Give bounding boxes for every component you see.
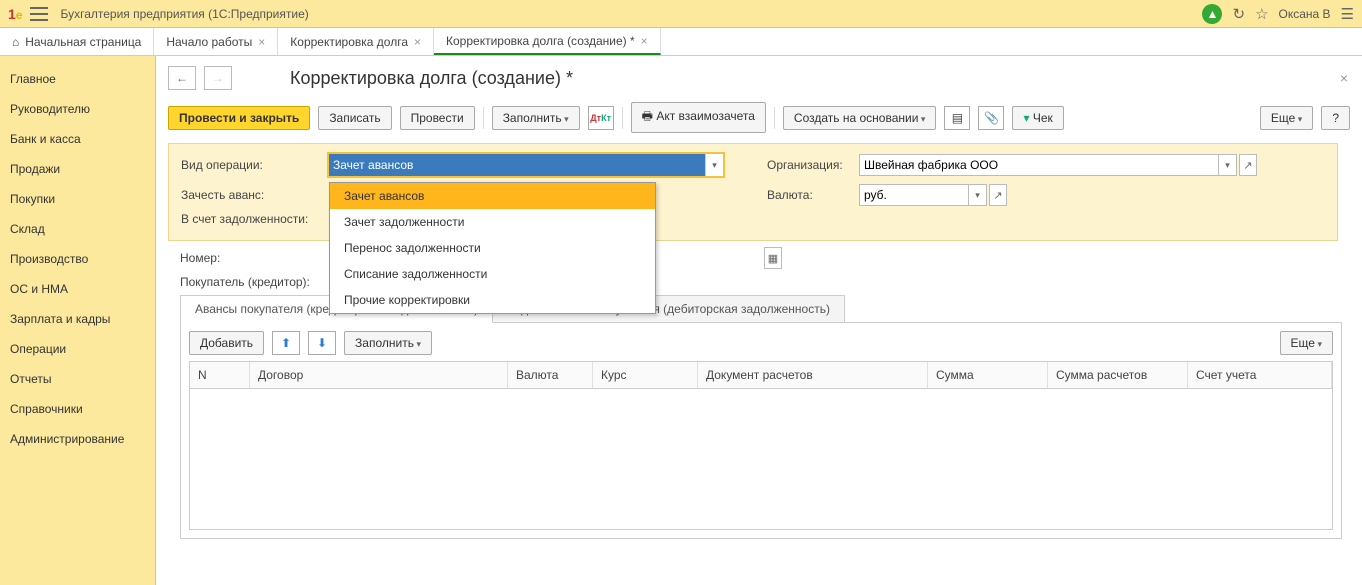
history-icon[interactable]: ↻ <box>1232 5 1245 23</box>
org-input[interactable]: Швейная фабрика ООО <box>859 154 1219 176</box>
sidebar: Главное Руководителю Банк и касса Продаж… <box>0 56 156 585</box>
post-close-button[interactable]: Провести и закрыть <box>168 106 310 130</box>
tab-debt-adjust[interactable]: Корректировка долга × <box>278 28 434 55</box>
page-title: Корректировка долга (создание) * <box>290 68 573 89</box>
fill-rows-button[interactable]: Заполнить <box>344 331 432 355</box>
dropdown-item[interactable]: Зачет авансов <box>330 183 655 209</box>
th-account[interactable]: Счет учета <box>1188 362 1332 388</box>
titlebar: 1e Бухгалтерия предприятия (1С:Предприят… <box>0 0 1362 28</box>
table-more-button[interactable]: Еще <box>1280 331 1333 355</box>
operation-type-dropdown-icon[interactable]: ▾ <box>705 154 723 176</box>
cheque-button[interactable]: ▾ Чек <box>1012 106 1063 130</box>
form-area: Вид операции: Зачет авансов ▾ Организаци… <box>168 143 1338 241</box>
th-currency[interactable]: Валюта <box>508 362 593 388</box>
sidebar-item-warehouse[interactable]: Склад <box>0 214 155 244</box>
cheque-icon: ▾ <box>1023 111 1029 125</box>
fill-button[interactable]: Заполнить <box>492 106 580 130</box>
dropdown-item[interactable]: Списание задолженности <box>330 261 655 287</box>
operation-type-dropdown: Зачет авансов Зачет задолженности Перено… <box>329 182 656 314</box>
attach-icon[interactable]: 📎 <box>978 106 1004 130</box>
tab-label: Корректировка долга (создание) * <box>446 34 635 48</box>
th-sum[interactable]: Сумма <box>928 362 1048 388</box>
th-contract[interactable]: Договор <box>250 362 508 388</box>
th-n[interactable]: N <box>190 362 250 388</box>
logo-1c: 1e <box>8 6 22 22</box>
app-title: Бухгалтерия предприятия (1С:Предприятие) <box>60 7 308 21</box>
home-icon: ⌂ <box>12 35 19 49</box>
org-dropdown-icon[interactable]: ▾ <box>1219 154 1237 176</box>
sidebar-item-purchases[interactable]: Покупки <box>0 184 155 214</box>
save-button[interactable]: Записать <box>318 106 391 130</box>
table: N Договор Валюта Курс Документ расчетов … <box>189 361 1333 530</box>
dropdown-item[interactable]: Прочие корректировки <box>330 287 655 313</box>
currency-open-icon[interactable]: ↗ <box>989 184 1007 206</box>
tab-label: Начальная страница <box>25 35 141 49</box>
sidebar-item-admin[interactable]: Администрирование <box>0 424 155 454</box>
content: × ← → Корректировка долга (создание) * П… <box>156 56 1362 585</box>
tab-debt-adjust-create[interactable]: Корректировка долга (создание) * × <box>434 28 661 55</box>
debt-label: В счет задолженности: <box>181 212 321 226</box>
operation-type-label: Вид операции: <box>181 158 321 172</box>
create-basis-button[interactable]: Создать на основании <box>783 106 937 130</box>
org-label: Организация: <box>767 158 853 172</box>
table-header: N Договор Валюта Курс Документ расчетов … <box>190 362 1332 389</box>
number-label: Номер: <box>180 251 320 265</box>
add-row-button[interactable]: Добавить <box>189 331 264 355</box>
sidebar-item-operations[interactable]: Операции <box>0 334 155 364</box>
act-button[interactable]: 🖶 Акт взаимозачета <box>631 102 766 133</box>
dropdown-item[interactable]: Перенос задолженности <box>330 235 655 261</box>
help-button[interactable]: ? <box>1321 106 1350 130</box>
sidebar-item-sales[interactable]: Продажи <box>0 154 155 184</box>
dtkt-icon[interactable]: ДтКт <box>588 106 614 130</box>
currency-label: Валюта: <box>767 188 853 202</box>
move-up-icon[interactable]: ⬆ <box>272 331 300 355</box>
advance-label: Зачесть аванс: <box>181 188 321 202</box>
sidebar-item-main[interactable]: Главное <box>0 64 155 94</box>
sidebar-item-reports[interactable]: Отчеты <box>0 364 155 394</box>
sidebar-item-manager[interactable]: Руководителю <box>0 94 155 124</box>
operation-type-input[interactable]: Зачет авансов <box>329 154 705 176</box>
tab-home[interactable]: ⌂ Начальная страница <box>0 28 154 55</box>
star-icon[interactable]: ☆ <box>1255 5 1268 23</box>
close-icon[interactable]: × <box>258 35 265 49</box>
buyer-label: Покупатель (кредитор): <box>180 275 320 289</box>
tab-label: Начало работы <box>166 35 252 49</box>
notification-icon[interactable]: ▲ <box>1202 4 1222 24</box>
user-name[interactable]: Оксана В <box>1279 7 1331 21</box>
org-open-icon[interactable]: ↗ <box>1239 154 1257 176</box>
close-icon[interactable]: × <box>641 34 648 48</box>
sidebar-item-production[interactable]: Производство <box>0 244 155 274</box>
tabbar: ⌂ Начальная страница Начало работы × Кор… <box>0 28 1362 56</box>
th-doc[interactable]: Документ расчетов <box>698 362 928 388</box>
th-rate[interactable]: Курс <box>593 362 698 388</box>
close-page-icon[interactable]: × <box>1340 70 1348 86</box>
toolbar: Провести и закрыть Записать Провести Зап… <box>156 98 1362 143</box>
tab-label: Корректировка долга <box>290 35 408 49</box>
currency-input[interactable]: руб. <box>859 184 969 206</box>
th-sum-calc[interactable]: Сумма расчетов <box>1048 362 1188 388</box>
close-icon[interactable]: × <box>414 35 421 49</box>
tab-start[interactable]: Начало работы × <box>154 28 278 55</box>
sidebar-item-salary[interactable]: Зарплата и кадры <box>0 304 155 334</box>
move-down-icon[interactable]: ⬇ <box>308 331 336 355</box>
more-button[interactable]: Еще <box>1260 106 1313 130</box>
nav-forward-button[interactable]: → <box>204 66 232 90</box>
sidebar-item-catalogs[interactable]: Справочники <box>0 394 155 424</box>
tab-content: Добавить ⬆ ⬇ Заполнить Еще N Договор Вал… <box>180 322 1342 539</box>
print-icon: 🖶 <box>642 109 657 123</box>
filter-icon[interactable]: ☰ <box>1341 5 1354 23</box>
structure-icon[interactable]: ▤ <box>944 106 970 130</box>
post-button[interactable]: Провести <box>400 106 475 130</box>
table-body[interactable] <box>190 389 1332 529</box>
calendar-icon[interactable]: ▦ <box>764 247 782 269</box>
currency-dropdown-icon[interactable]: ▾ <box>969 184 987 206</box>
sidebar-item-os-nma[interactable]: ОС и НМА <box>0 274 155 304</box>
nav-back-button[interactable]: ← <box>168 66 196 90</box>
dropdown-item[interactable]: Зачет задолженности <box>330 209 655 235</box>
sidebar-item-bank[interactable]: Банк и касса <box>0 124 155 154</box>
menu-icon[interactable] <box>30 7 48 21</box>
